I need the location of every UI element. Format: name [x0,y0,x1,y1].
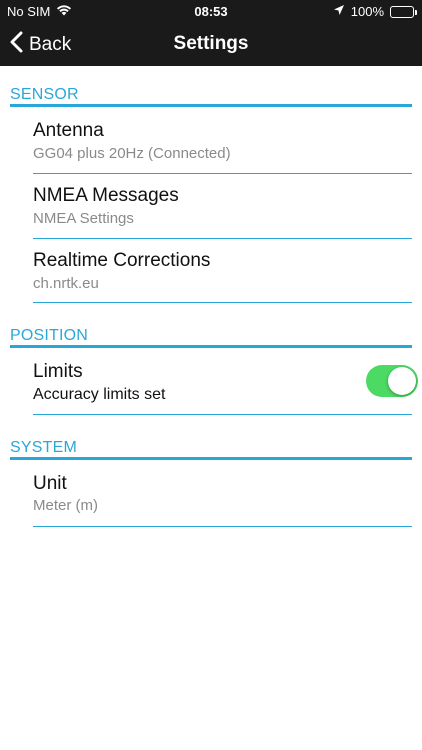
section-header-system: SYSTEM [10,439,77,456]
row-title: Antenna [33,120,104,141]
section-rule-sensor [10,104,412,107]
row-subtitle: Accuracy limits set [33,386,166,403]
row-title: Unit [33,473,67,494]
limits-toggle[interactable] [366,365,418,397]
battery-icon [390,5,417,18]
row-divider [33,302,412,303]
status-right-group: 100% [333,4,417,19]
battery-percent: 100% [350,4,384,19]
status-bar: No SIM 08:53 100% [0,0,422,22]
settings-row-limits[interactable]: Limits Accuracy limits set [10,349,418,415]
row-subtitle: ch.nrtk.eu [33,275,99,292]
row-divider [33,526,412,527]
section-rule-system [10,457,412,460]
row-subtitle: GG04 plus 20Hz (Connected) [33,145,231,162]
row-divider [33,414,412,415]
top-bar: No SIM 08:53 100% Back Settings [0,0,422,66]
section-header-sensor: SENSOR [10,86,79,103]
toggle-knob [388,367,416,395]
section-header-position: POSITION [10,327,89,344]
navigation-bar: Back Settings [0,22,422,66]
settings-row-antenna[interactable]: Antenna GG04 plus 20Hz (Connected) [10,108,412,174]
row-title: NMEA Messages [33,185,179,206]
settings-row-realtime-corrections[interactable]: Realtime Corrections ch.nrtk.eu [10,239,412,303]
row-title: Limits [33,361,83,382]
row-title: Realtime Corrections [33,250,211,271]
page-title: Settings [173,33,249,54]
settings-row-unit[interactable]: Unit Meter (m) [10,461,412,526]
settings-row-nmea-messages[interactable]: NMEA Messages NMEA Settings [10,174,412,238]
location-arrow-icon [333,4,345,19]
row-subtitle: Meter (m) [33,497,98,514]
section-rule-position [10,345,412,348]
row-subtitle: NMEA Settings [33,210,134,227]
